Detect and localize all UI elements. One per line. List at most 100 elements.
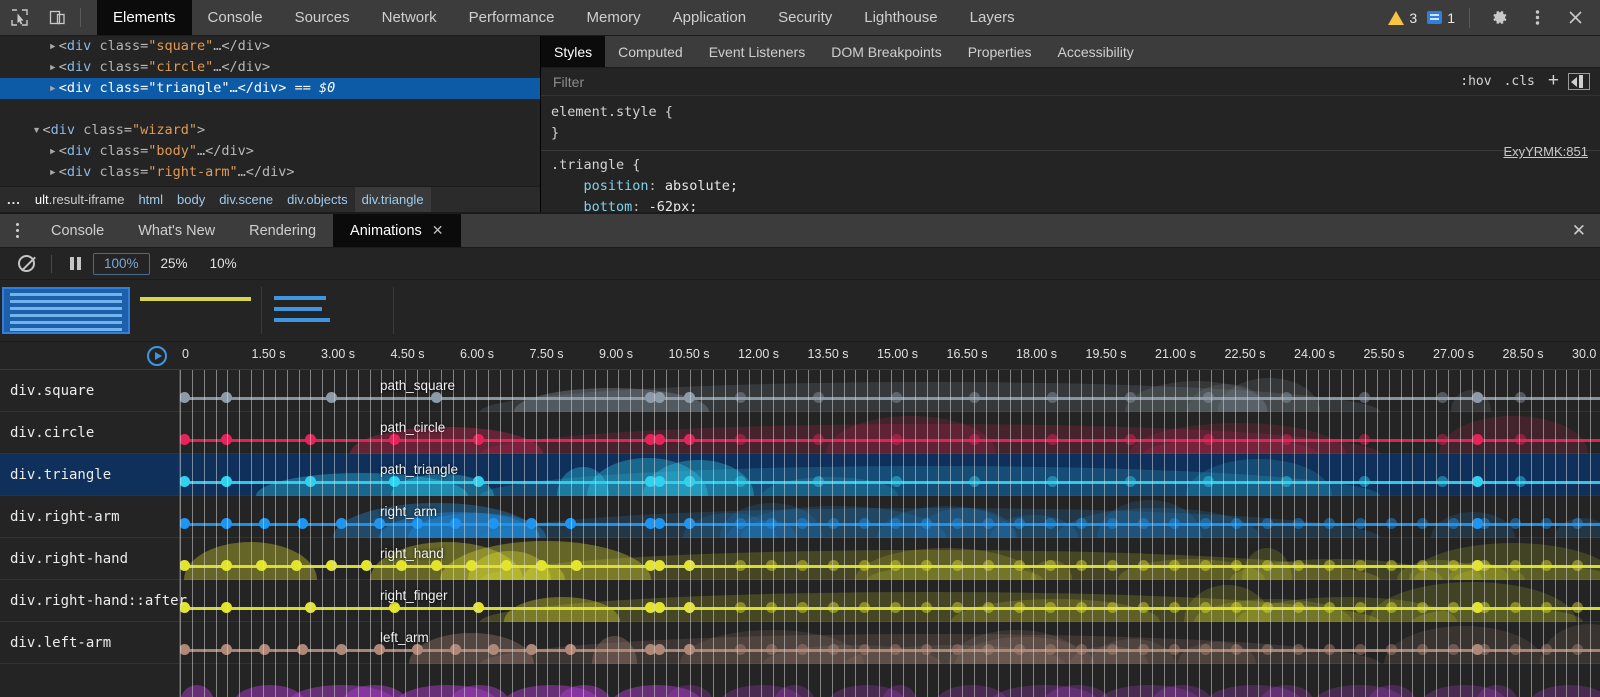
animation-keyframe-marker[interactable]	[1045, 518, 1056, 529]
animation-keyframe-marker[interactable]	[374, 644, 385, 655]
animation-keyframe-marker[interactable]	[221, 434, 232, 445]
animation-group-preview-3[interactable]	[262, 287, 394, 334]
animation-keyframe-marker[interactable]	[1200, 602, 1211, 613]
animation-keyframe-marker[interactable]	[256, 560, 267, 571]
animation-keyframe-marker[interactable]	[1203, 476, 1214, 487]
animation-keyframe-marker[interactable]	[1515, 476, 1526, 487]
animation-keyframe-marker[interactable]	[180, 476, 190, 487]
animation-keyframe-marker[interactable]	[1472, 518, 1483, 529]
animation-keyframe-marker[interactable]	[813, 392, 824, 403]
styles-tab-accessibility[interactable]: Accessibility	[1045, 36, 1147, 67]
device-toolbar-icon[interactable]	[38, 0, 76, 35]
animation-keyframe-marker[interactable]	[259, 518, 270, 529]
animation-track[interactable]: right_hand	[180, 538, 1600, 580]
style-source-link[interactable]: ExyYRMK:851	[1503, 144, 1588, 159]
animation-keyframe-marker[interactable]	[1047, 476, 1058, 487]
animation-keyframe-marker[interactable]	[1169, 644, 1180, 655]
animation-keyframe-marker[interactable]	[1572, 518, 1583, 529]
animation-keyframe-marker[interactable]	[1169, 560, 1180, 571]
animation-keyframe-marker[interactable]	[1510, 602, 1521, 613]
animation-keyframe-marker[interactable]	[501, 560, 512, 571]
tab-lighthouse[interactable]: Lighthouse	[848, 0, 953, 35]
animation-keyframe-marker[interactable]	[1417, 602, 1428, 613]
animation-keyframe-marker[interactable]	[374, 518, 385, 529]
animation-keyframe-marker[interactable]	[969, 434, 980, 445]
animation-row[interactable]: div.squarepath_square	[0, 370, 1600, 412]
drawer-tab-animations[interactable]: Animations✕	[333, 214, 460, 247]
animation-keyframe-marker[interactable]	[396, 560, 407, 571]
animation-keyframe-marker[interactable]	[1231, 602, 1242, 613]
animation-keyframe-marker[interactable]	[1355, 602, 1366, 613]
animation-keyframe-marker[interactable]	[1203, 392, 1214, 403]
animation-keyframe-marker[interactable]	[1448, 560, 1459, 571]
animation-keyframe-marker[interactable]	[305, 434, 316, 445]
animation-keyframe-marker[interactable]	[1045, 644, 1056, 655]
animation-keyframe-marker[interactable]	[1200, 644, 1211, 655]
animation-keyframe-marker[interactable]	[412, 518, 423, 529]
animation-keyframe-marker[interactable]	[735, 434, 746, 445]
dom-node-line[interactable]	[0, 99, 540, 120]
tab-elements[interactable]: Elements	[97, 0, 192, 35]
animation-keyframe-marker[interactable]	[1359, 392, 1370, 403]
animation-keyframe-marker[interactable]	[473, 434, 484, 445]
animation-keyframe-marker[interactable]	[412, 644, 423, 655]
animation-keyframe-marker[interactable]	[1076, 518, 1087, 529]
animation-keyframe-marker[interactable]	[1437, 476, 1448, 487]
animation-track[interactable]: path_circle	[180, 412, 1600, 454]
close-icon[interactable]: ✕	[432, 222, 444, 239]
animation-keyframe-marker[interactable]	[1541, 560, 1552, 571]
animation-keyframe-marker[interactable]	[735, 602, 746, 613]
animation-keyframe-marker[interactable]	[1572, 644, 1583, 655]
animation-keyframe-marker[interactable]	[1231, 518, 1242, 529]
animation-keyframe-marker[interactable]	[890, 560, 901, 571]
animation-keyframe-marker[interactable]	[1437, 392, 1448, 403]
animation-keyframe-marker[interactable]	[921, 602, 932, 613]
animation-keyframe-marker[interactable]	[1572, 602, 1583, 613]
animation-keyframe-marker[interactable]	[1281, 434, 1292, 445]
cls-button[interactable]: .cls	[1498, 74, 1541, 89]
animation-keyframe-marker[interactable]	[336, 644, 347, 655]
css-property[interactable]: bottom	[584, 199, 633, 212]
animation-keyframe-marker[interactable]	[431, 560, 442, 571]
animation-keyframe-marker[interactable]	[1076, 602, 1087, 613]
animation-keyframe-marker[interactable]	[684, 644, 695, 655]
animation-keyframe-marker[interactable]	[890, 518, 901, 529]
animation-keyframe-marker[interactable]	[1472, 602, 1483, 613]
animation-keyframe-marker[interactable]	[536, 560, 547, 571]
tab-sources[interactable]: Sources	[279, 0, 366, 35]
dom-node-line[interactable]: ▸<div class="square"…</div>	[0, 36, 540, 57]
animation-keyframe-marker[interactable]	[828, 602, 839, 613]
animation-keyframe-marker[interactable]	[1014, 560, 1025, 571]
animation-keyframe-marker[interactable]	[1324, 518, 1335, 529]
styles-tab-event-listeners[interactable]: Event Listeners	[696, 36, 819, 67]
animation-keyframe-marker[interactable]	[221, 560, 232, 571]
animation-keyframe-marker[interactable]	[684, 392, 695, 403]
animation-keyframe-marker[interactable]	[1107, 518, 1118, 529]
animation-keyframe-marker[interactable]	[684, 476, 695, 487]
animation-keyframe-marker[interactable]	[797, 602, 808, 613]
css-declaration[interactable]: bottom: -62px;	[551, 197, 1600, 212]
breadcrumb-item[interactable]: div.objects	[280, 187, 354, 213]
animation-row[interactable]: div.right-handright_hand	[0, 538, 1600, 580]
animation-keyframe-marker[interactable]	[297, 518, 308, 529]
animation-keyframe-marker[interactable]	[1293, 560, 1304, 571]
animation-keyframe-marker[interactable]	[1472, 644, 1483, 655]
dom-node-line[interactable]: ▸<div class="triangle"…</div> == $0	[0, 78, 540, 99]
css-property[interactable]: position	[584, 178, 649, 194]
animation-keyframe-marker[interactable]	[1386, 560, 1397, 571]
animation-keyframe-marker[interactable]	[1386, 644, 1397, 655]
animation-group-preview-1[interactable]	[2, 287, 130, 334]
breadcrumb-item[interactable]: div.scene	[212, 187, 280, 213]
animation-keyframe-marker[interactable]	[180, 644, 190, 655]
animation-keyframe-marker[interactable]	[1076, 560, 1087, 571]
drawer-tab-console[interactable]: Console	[34, 214, 121, 247]
animation-keyframe-marker[interactable]	[1324, 560, 1335, 571]
styles-tab-properties[interactable]: Properties	[955, 36, 1045, 67]
animation-keyframe-marker[interactable]	[766, 518, 777, 529]
kebab-menu-icon[interactable]	[1518, 8, 1556, 27]
rule-selector[interactable]: .triangle {	[551, 155, 1600, 176]
animation-keyframe-marker[interactable]	[259, 644, 270, 655]
animation-keyframe-marker[interactable]	[654, 602, 665, 613]
animation-keyframe-marker[interactable]	[684, 560, 695, 571]
animation-track[interactable]: path_square	[180, 370, 1600, 412]
